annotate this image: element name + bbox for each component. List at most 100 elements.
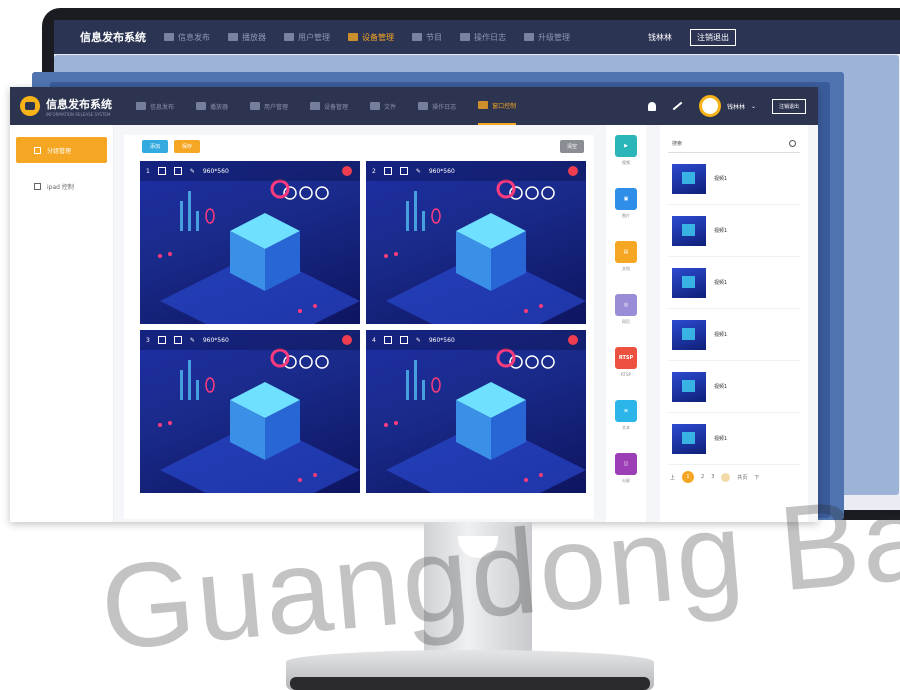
pager-current-page[interactable]: 1 bbox=[682, 471, 695, 483]
user-icon bbox=[250, 102, 261, 110]
reset-button[interactable]: 清空 bbox=[559, 140, 584, 153]
align-bottom-icon[interactable] bbox=[173, 167, 182, 175]
pager-total: 共页 bbox=[737, 474, 748, 481]
content-area: 添加 保存 清空 1 ✎ 960*560 2 ✎ 960*560 3 ✎ 960… bbox=[114, 125, 818, 522]
align-top-icon[interactable] bbox=[383, 167, 392, 175]
pager-dot bbox=[721, 472, 731, 482]
user-icon bbox=[284, 33, 294, 41]
menu-item-player[interactable]: 播放器 bbox=[196, 87, 228, 125]
back-nav-item[interactable]: 用户管理 bbox=[284, 32, 330, 43]
pager-page[interactable]: 2 bbox=[701, 474, 704, 480]
back-exit-button[interactable]: 注销退出 bbox=[690, 28, 736, 46]
user-menu[interactable]: 钱林林 ⌄ bbox=[698, 95, 756, 117]
back-nav-item[interactable]: 播放器 bbox=[228, 32, 266, 43]
close-icon[interactable] bbox=[568, 335, 578, 345]
tool-image[interactable]: ▣ 图片 bbox=[606, 188, 646, 231]
log-icon bbox=[418, 102, 429, 110]
tool-text[interactable]: ≡ 文本 bbox=[606, 400, 646, 443]
back-nav-item-active[interactable]: 设备管理 bbox=[348, 32, 394, 43]
screen-tile[interactable]: 4 ✎ 960*560 bbox=[366, 330, 586, 493]
bell-icon[interactable] bbox=[647, 101, 656, 111]
list-item[interactable]: 视频1 bbox=[668, 153, 800, 205]
pager-page[interactable]: 3 bbox=[711, 474, 714, 480]
top-navbar: 信息发布系统 INFORMATION RELEASE SYSTEM 信息发布 播… bbox=[10, 87, 818, 125]
screen-tile[interactable]: 3 ✎ 960*560 bbox=[140, 330, 360, 493]
align-top-icon[interactable] bbox=[383, 336, 392, 344]
search-icon[interactable] bbox=[789, 140, 796, 147]
media-tool-column: ▶ 视频 ▣ 图片 ▤ 文档 ◎ 网页 RTSP RTSP ≡ 文本 ◫ 分屏 bbox=[606, 125, 646, 522]
back-navbar: 信息发布系统 信息发布 播放器 用户管理 设备管理 节目 操作日志 升级管理 钱… bbox=[54, 20, 900, 54]
file-icon bbox=[370, 102, 381, 110]
close-icon[interactable] bbox=[342, 335, 352, 345]
menu-item-logs[interactable]: 操作日志 bbox=[418, 87, 456, 125]
main-menu: 信息发布 播放器 用户管理 设备管理 文件 操作日志 窗口控制 bbox=[136, 87, 517, 125]
sidebar: 分组管理 ipad 控制 bbox=[10, 125, 114, 522]
align-bottom-icon[interactable] bbox=[399, 167, 408, 175]
document-icon: ▤ bbox=[615, 241, 637, 263]
monitor-stand-foot bbox=[290, 677, 650, 690]
align-bottom-icon[interactable] bbox=[173, 336, 182, 344]
tool-split-screen[interactable]: ◫ 分屏 bbox=[606, 453, 646, 496]
edit-icon[interactable]: ✎ bbox=[416, 337, 421, 344]
save-button[interactable]: 保存 bbox=[174, 139, 201, 153]
list-item[interactable]: 视频1 bbox=[668, 361, 800, 413]
align-top-icon[interactable] bbox=[157, 167, 166, 175]
close-icon[interactable] bbox=[568, 166, 578, 176]
screen-tile[interactable]: 2 ✎ 960*560 bbox=[366, 161, 586, 324]
edit-icon[interactable]: ✎ bbox=[190, 337, 195, 344]
tile-size: 960*560 bbox=[428, 167, 455, 175]
edit-icon[interactable] bbox=[672, 101, 683, 111]
media-thumbnail bbox=[672, 267, 706, 298]
menu-item-users[interactable]: 用户管理 bbox=[250, 87, 288, 125]
tool-web[interactable]: ◎ 网页 bbox=[606, 294, 646, 337]
list-item[interactable]: 视频1 bbox=[668, 205, 800, 257]
sidebar-item-ipad-control[interactable]: ipad 控制 bbox=[16, 173, 107, 199]
close-icon[interactable] bbox=[342, 166, 352, 176]
layout-panel: 添加 保存 清空 1 ✎ 960*560 2 ✎ 960*560 3 ✎ 960… bbox=[124, 135, 594, 519]
sidebar-item-group-management[interactable]: 分组管理 bbox=[16, 137, 107, 163]
media-thumbnail bbox=[672, 215, 706, 246]
back-nav-item[interactable]: 操作日志 bbox=[460, 32, 506, 43]
menu-item-window-control[interactable]: 窗口控制 bbox=[478, 87, 517, 125]
avatar[interactable] bbox=[698, 95, 721, 117]
panel-toolbar: 添加 保存 清空 bbox=[124, 135, 594, 157]
monitor-icon bbox=[136, 102, 146, 110]
align-bottom-icon[interactable] bbox=[399, 336, 408, 344]
video-icon: ▶ bbox=[615, 135, 637, 157]
media-library: 搜索 视频1 视频1 视频1 视频1 视频1 视频1 上 1 2 3 共页 下 bbox=[660, 125, 808, 522]
back-nav-item[interactable]: 升级管理 bbox=[524, 32, 570, 43]
add-button[interactable]: 添加 bbox=[142, 139, 169, 153]
back-nav-item[interactable]: 信息发布 bbox=[164, 32, 210, 43]
list-item[interactable]: 视频1 bbox=[668, 309, 800, 361]
edit-icon[interactable]: ✎ bbox=[190, 168, 195, 175]
device-icon bbox=[348, 33, 358, 41]
pager-next[interactable]: 下 bbox=[754, 474, 759, 481]
main-body: 分组管理 ipad 控制 添加 保存 清空 1 ✎ 960*560 2 ✎ 96… bbox=[10, 125, 818, 522]
text-icon: ≡ bbox=[615, 400, 637, 422]
tool-rtsp[interactable]: RTSP RTSP bbox=[606, 347, 646, 390]
media-thumbnail bbox=[672, 371, 706, 402]
edit-icon[interactable]: ✎ bbox=[416, 168, 421, 175]
list-item[interactable]: 视频1 bbox=[668, 413, 800, 465]
tool-document[interactable]: ▤ 文档 bbox=[606, 241, 646, 284]
tool-video[interactable]: ▶ 视频 bbox=[606, 135, 646, 178]
back-user-name[interactable]: 钱林林 bbox=[648, 32, 672, 43]
media-thumbnail bbox=[672, 163, 706, 194]
search-input[interactable]: 搜索 bbox=[668, 135, 800, 153]
back-nav-item[interactable]: 节目 bbox=[412, 32, 442, 43]
tile-index: 1 bbox=[146, 167, 150, 175]
screen-tile[interactable]: 1 ✎ 960*560 bbox=[140, 161, 360, 324]
exit-button[interactable]: 注销退出 bbox=[771, 98, 806, 114]
menu-item-info-release[interactable]: 信息发布 bbox=[136, 87, 174, 125]
menu-item-devices[interactable]: 设备管理 bbox=[310, 87, 348, 125]
app-subtitle: INFORMATION RELEASE SYSTEM bbox=[46, 111, 111, 117]
split-screen-icon: ◫ bbox=[615, 453, 637, 475]
front-screen: 信息发布系统 INFORMATION RELEASE SYSTEM 信息发布 播… bbox=[10, 87, 818, 522]
list-item[interactable]: 视频1 bbox=[668, 257, 800, 309]
tile-toolbar: 4 ✎ 960*560 bbox=[366, 330, 586, 350]
pager-prev[interactable]: 上 bbox=[670, 474, 675, 481]
align-top-icon[interactable] bbox=[157, 336, 166, 344]
log-icon bbox=[460, 33, 470, 41]
menu-item-files[interactable]: 文件 bbox=[370, 87, 396, 125]
brand-logo[interactable]: 信息发布系统 INFORMATION RELEASE SYSTEM bbox=[20, 96, 112, 117]
